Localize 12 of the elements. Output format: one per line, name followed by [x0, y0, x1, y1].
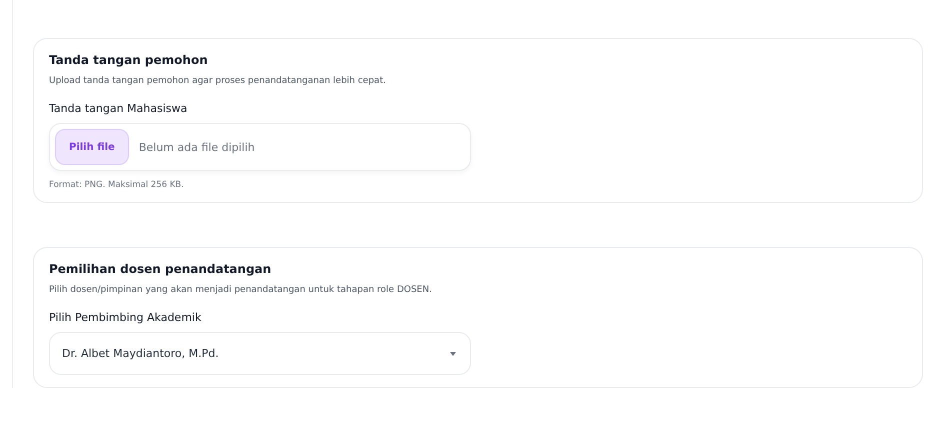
file-input-field[interactable]: Pilih file Belum ada file dipilih	[49, 123, 471, 171]
field-hint: Format: PNG. Maksimal 256 KB.	[49, 180, 185, 190]
caret-icon	[450, 352, 456, 356]
section-description: Pilih dosen/pimpinan yang akan menjadi penandatangan untuk tahapan role DOSEN.	[49, 285, 433, 295]
select-field[interactable]: Dr. Albet Maydiantoro, M.Pd.	[49, 332, 471, 375]
field-label: Tanda tangan Mahasiswa	[49, 102, 188, 115]
field-label: Pilih Pembimbing Akademik	[49, 311, 202, 324]
section-title: Pemilihan dosen penandatangan	[49, 262, 272, 276]
choose-file-button[interactable]: Pilih file	[55, 129, 129, 165]
file-status: Belum ada file dipilih	[138, 140, 255, 154]
section-description: Upload tanda tangan pemohon agar proses penandatanganan lebih cepat.	[49, 76, 387, 86]
section-title: Tanda tangan pemohon	[49, 53, 209, 67]
